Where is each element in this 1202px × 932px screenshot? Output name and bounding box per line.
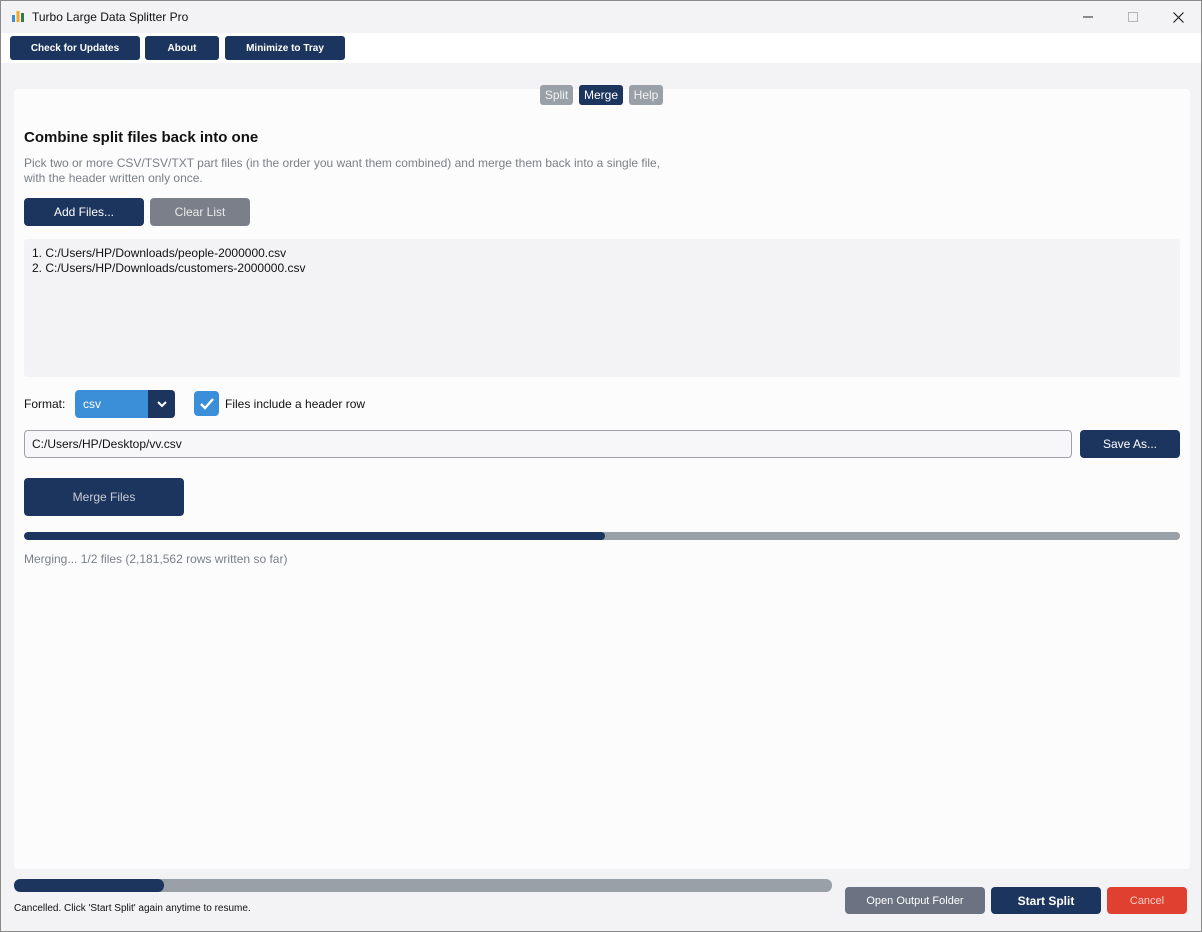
app-logo-icon	[12, 11, 24, 22]
top-toolbar: Check for Updates About Minimize to Tray	[1, 33, 1201, 63]
minimize-to-tray-button[interactable]: Minimize to Tray	[225, 36, 345, 60]
overall-progress-fill	[14, 879, 164, 892]
close-icon	[1172, 11, 1184, 23]
list-item[interactable]: 2. C:/Users/HP/Downloads/customers-20000…	[32, 261, 1172, 276]
output-path-input[interactable]	[24, 430, 1072, 458]
save-as-button[interactable]: Save As...	[1080, 430, 1180, 458]
page-description: Pick two or more CSV/TSV/TXT part files …	[24, 156, 661, 185]
merge-progress-bar	[24, 532, 1180, 540]
tab-merge[interactable]: Merge	[579, 85, 623, 105]
check-updates-button[interactable]: Check for Updates	[10, 36, 140, 60]
open-output-folder-button[interactable]: Open Output Folder	[845, 887, 985, 914]
format-select[interactable]: csv	[75, 390, 175, 418]
header-row-checkbox[interactable]	[194, 391, 219, 416]
header-row-label[interactable]: Files include a header row	[225, 397, 365, 411]
merge-progress-fill	[24, 532, 606, 540]
page-title: Combine split files back into one	[24, 129, 259, 146]
about-button[interactable]: About	[145, 36, 219, 60]
merge-status: Merging... 1/2 files (2,181,562 rows wri…	[24, 552, 288, 566]
tab-split[interactable]: Split	[540, 85, 573, 105]
cancel-button[interactable]: Cancel	[1107, 887, 1187, 914]
overall-progress-bar	[14, 879, 832, 892]
title-bar: Turbo Large Data Splitter Pro	[1, 1, 1201, 33]
tab-help[interactable]: Help	[629, 85, 663, 105]
clear-list-button[interactable]: Clear List	[150, 198, 250, 226]
maximize-button[interactable]	[1110, 1, 1156, 33]
close-button[interactable]	[1155, 1, 1201, 33]
minimize-button[interactable]	[1065, 1, 1111, 33]
maximize-icon	[1128, 12, 1138, 22]
start-split-button[interactable]: Start Split	[991, 887, 1101, 914]
window-title: Turbo Large Data Splitter Pro	[32, 10, 189, 24]
app-window: Turbo Large Data Splitter Pro Check for …	[0, 0, 1202, 932]
chevron-down-icon[interactable]	[148, 390, 175, 418]
minimize-icon	[1083, 16, 1093, 18]
format-label: Format:	[24, 397, 66, 411]
add-files-button[interactable]: Add Files...	[24, 198, 144, 226]
list-item[interactable]: 1. C:/Users/HP/Downloads/people-2000000.…	[32, 246, 1172, 261]
file-list[interactable]: 1. C:/Users/HP/Downloads/people-2000000.…	[24, 239, 1180, 377]
merge-files-button[interactable]: Merge Files	[24, 478, 184, 516]
bottom-status: Cancelled. Click 'Start Split' again any…	[14, 903, 251, 914]
format-select-value: csv	[83, 397, 101, 411]
checkmark-icon	[199, 397, 214, 410]
